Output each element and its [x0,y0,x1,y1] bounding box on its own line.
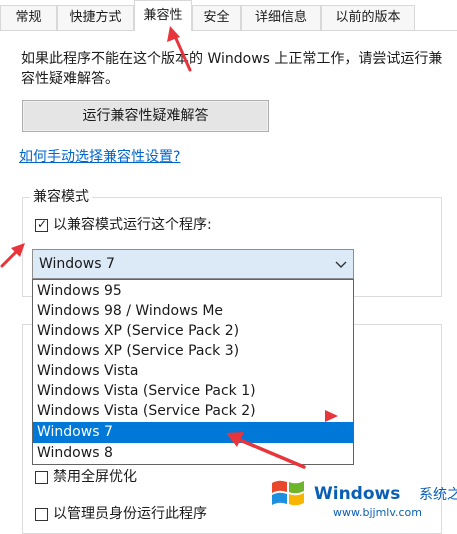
watermark-brand: Windows [314,484,401,504]
tab-details[interactable]: 详细信息 [241,5,321,30]
checkmark-icon: ✓ [37,217,48,231]
os-version-select[interactable]: Windows 7 [32,249,354,279]
watermark-site-name: 系统之家 [419,487,457,503]
run-troubleshooter-button[interactable]: 运行兼容性疑难解答 [22,100,269,132]
annotation-arrow-icon [0,243,25,268]
windows-logo-icon [272,480,304,506]
annotation-arrow-icon [167,26,192,72]
compat-mode-title: 兼容模式 [30,187,92,207]
run-as-admin-label[interactable]: 以管理员身份运行此程序 [53,504,207,524]
compat-mode-checkbox[interactable]: ✓ [35,217,48,232]
tab-general[interactable]: 常规 [0,5,57,30]
compat-mode-label[interactable]: 以兼容模式运行这个程序: [53,215,212,235]
annotation-arrow-icon [325,410,338,422]
tab-previous-versions[interactable]: 以前的版本 [321,5,415,30]
tab-strip: 常规 快捷方式 兼容性 安全 详细信息 以前的版本 [0,0,457,31]
os-option-windows-xp-sp2[interactable]: Windows XP (Service Pack 2) [33,321,353,341]
annotation-arrow-icon [226,432,306,469]
os-version-selected-value: Windows 7 [39,256,115,272]
disable-fullscreen-checkbox[interactable] [35,471,48,484]
compat-description: 如果此程序不能在这个版本的 Windows 上正常工作，请尝试运行兼容性疑难解答… [21,51,443,87]
run-as-admin-checkbox[interactable] [35,508,48,521]
disable-fullscreen-label[interactable]: 禁用全屏优化 [53,467,137,487]
chevron-down-icon [335,261,347,268]
os-option-windows-95[interactable]: Windows 95 [33,281,353,301]
os-option-windows-xp-sp3[interactable]: Windows XP (Service Pack 3) [33,341,353,361]
os-option-windows-vista[interactable]: Windows Vista [33,361,353,381]
tab-divider [0,30,457,31]
watermark: Windows 系统之家 www.bjjmlv.com [265,470,457,525]
watermark-url: www.bjjmlv.com [333,506,422,519]
os-option-windows-98-me[interactable]: Windows 98 / Windows Me [33,301,353,321]
tab-shortcut[interactable]: 快捷方式 [57,5,134,30]
os-option-windows-vista-sp1[interactable]: Windows Vista (Service Pack 1) [33,381,353,401]
manual-settings-link[interactable]: 如何手动选择兼容性设置? [19,147,180,167]
os-option-windows-vista-sp2[interactable]: Windows Vista (Service Pack 2) [33,401,353,421]
